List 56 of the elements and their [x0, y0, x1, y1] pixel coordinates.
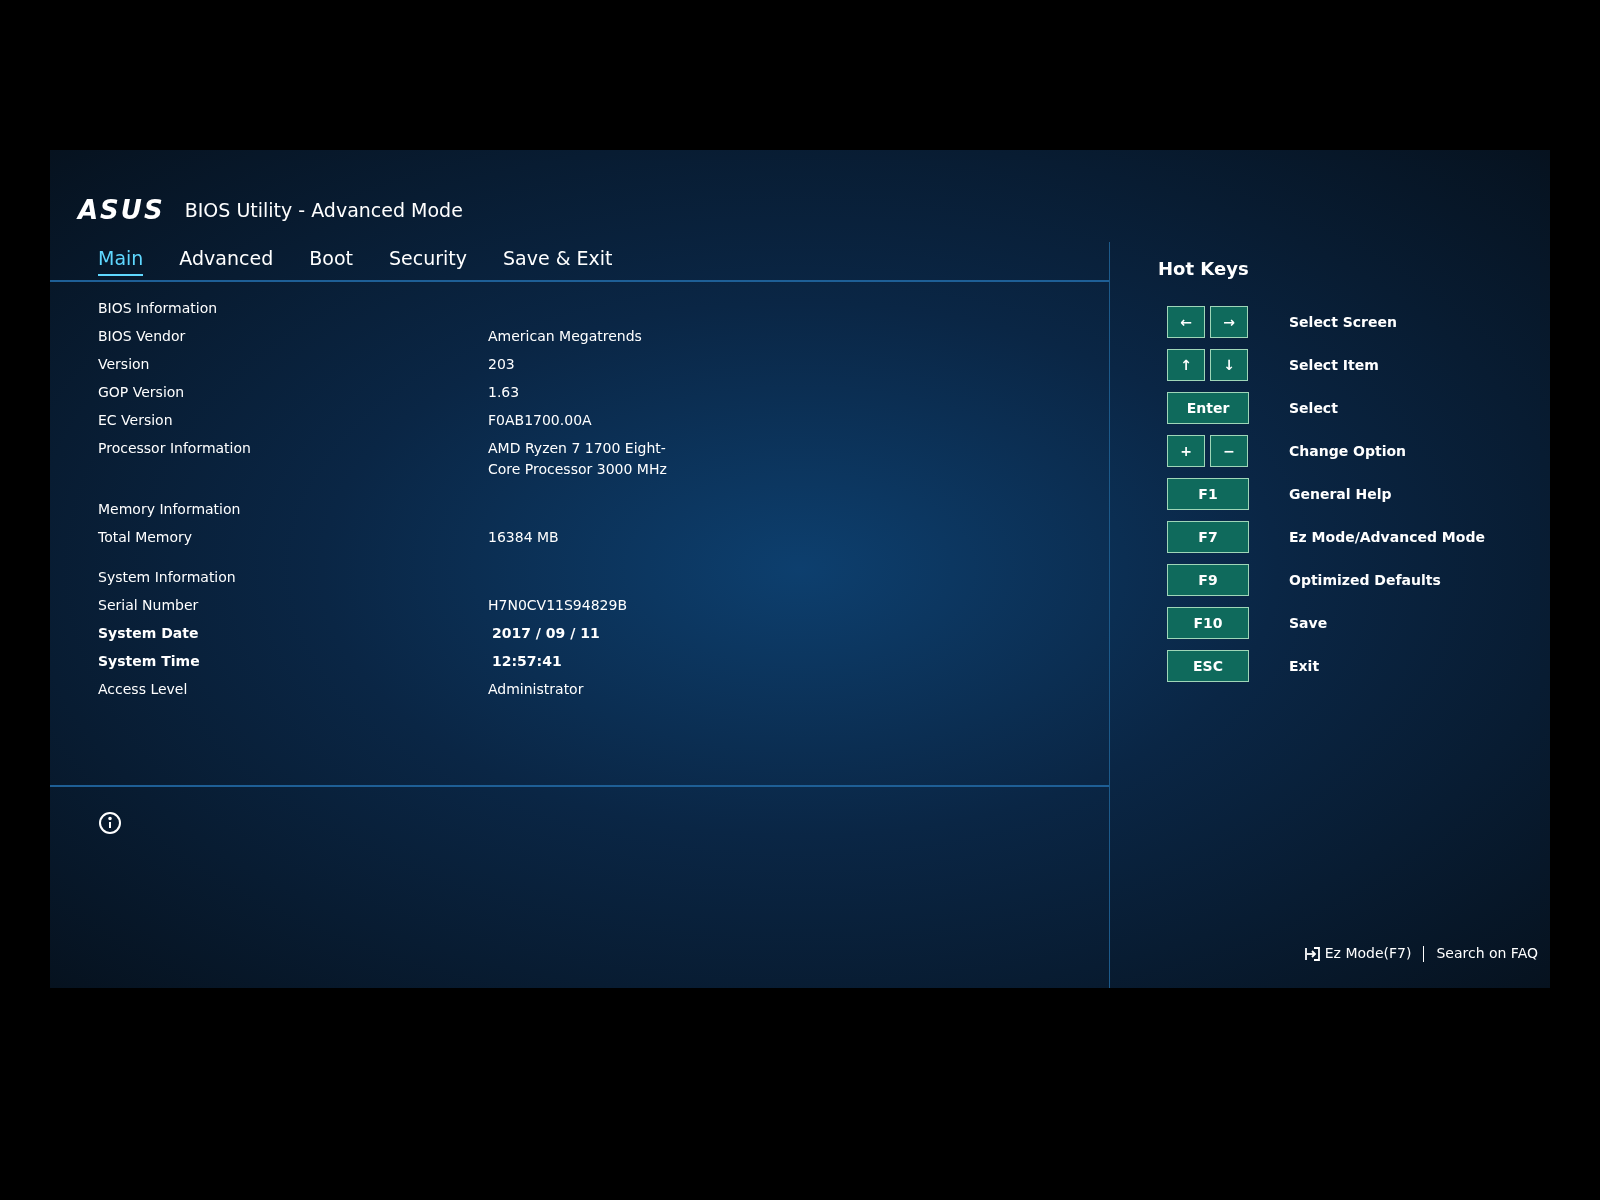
section-heading: System Information [98, 568, 237, 587]
hot-key-action: Change Option [1289, 441, 1407, 461]
field-value: American Megatrends [488, 327, 643, 346]
key-cap: F1 [1167, 478, 1249, 510]
field-label: System Time [98, 652, 201, 671]
search-faq-link[interactable]: Search on FAQ [1436, 943, 1538, 964]
info-icon[interactable] [98, 811, 122, 835]
window-title: BIOS Utility - Advanced Mode [184, 197, 463, 223]
key-cap: Enter [1167, 392, 1249, 424]
menu-tab[interactable]: Security [388, 243, 467, 276]
key-cap: F9 [1167, 564, 1249, 596]
field-label: Total Memory [98, 528, 194, 547]
menu-tab[interactable]: Save & Exit [503, 243, 613, 276]
field-value: 203 [488, 355, 516, 374]
field-value: 16384 MB [488, 528, 560, 547]
field-value: F0AB1700.00A [488, 411, 593, 430]
hot-key-action: Optimized Defaults [1289, 570, 1441, 590]
section-heading: BIOS Information [98, 299, 219, 318]
hot-key-action: General Help [1289, 484, 1392, 504]
key-cap: ← [1167, 306, 1205, 338]
key-cap: − [1210, 435, 1248, 467]
hot-key-action: Select [1289, 398, 1338, 418]
field-label: Processor Information [98, 439, 252, 458]
hot-key-action: Save [1289, 613, 1328, 633]
hot-key-action: Ez Mode/Advanced Mode [1289, 527, 1485, 547]
menu-tab[interactable]: Main [98, 243, 144, 276]
field-value[interactable]: 12:57:41 [488, 651, 688, 672]
field-label: Serial Number [98, 596, 200, 615]
key-cap: → [1210, 306, 1248, 338]
field-label: GOP Version [98, 383, 186, 402]
key-cap: ↑ [1167, 349, 1205, 381]
key-cap: ESC [1167, 650, 1249, 682]
field-value: AMD Ryzen 7 1700 Eight-Core Processor 3000 MHz [488, 439, 668, 479]
ez-mode-link[interactable]: Ez Mode(F7) [1304, 943, 1412, 964]
field-label: BIOS Vendor [98, 327, 187, 346]
field-value: H7N0CV11S94829B [488, 596, 628, 615]
hot-key-action: Select Item [1289, 355, 1379, 375]
field-label: Access Level [98, 680, 189, 699]
hot-keys-title: Hot Keys [1158, 257, 1249, 281]
field-label: System Date [98, 624, 200, 643]
hot-key-action: Select Screen [1289, 312, 1397, 332]
field-value[interactable]: 2017 / 09 / 11 [488, 623, 688, 644]
field-value: 1.63 [488, 383, 521, 402]
key-cap: + [1167, 435, 1205, 467]
section-heading: Memory Information [98, 500, 242, 519]
menu-tab[interactable]: Advanced [179, 243, 274, 276]
key-cap: F10 [1167, 607, 1249, 639]
switch-icon [1304, 946, 1321, 961]
field-label: EC Version [98, 411, 174, 430]
field-label: Version [98, 355, 151, 374]
asus-logo: ASUS [78, 193, 165, 227]
key-cap: ↓ [1210, 349, 1248, 381]
hot-key-action: Exit [1289, 656, 1320, 676]
key-cap: F7 [1167, 521, 1249, 553]
field-value: Administrator [488, 680, 585, 699]
menu-tab[interactable]: Boot [309, 243, 353, 276]
